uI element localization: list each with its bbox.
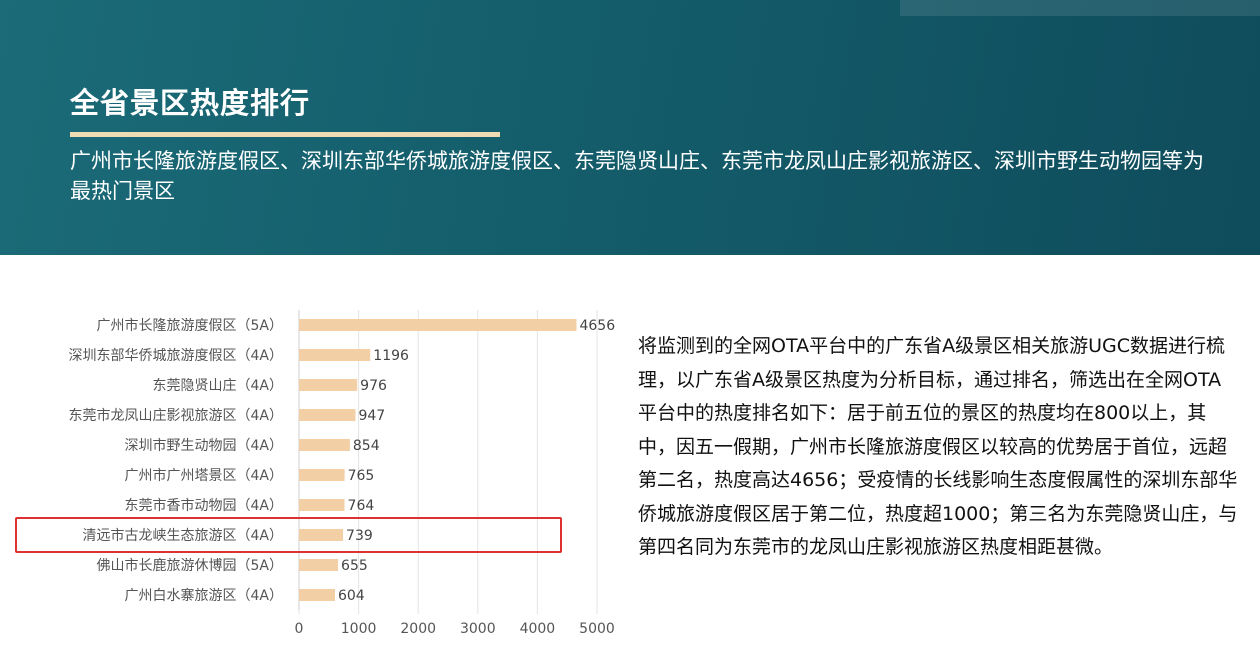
category-label: 广州白水寨旅游区（4A） [125, 587, 283, 604]
bar [299, 379, 358, 391]
x-tick-label: 1000 [341, 621, 377, 637]
bar [299, 409, 356, 421]
bar [299, 469, 345, 481]
x-tick-label: 2000 [400, 621, 436, 637]
value-label: 764 [348, 498, 375, 514]
value-label: 854 [353, 438, 380, 454]
value-label: 976 [360, 378, 387, 394]
value-label: 947 [358, 408, 385, 424]
header-banner: 全省景区热度排行 广州市长隆旅游度假区、深圳东部华侨城旅游度假区、东莞隐贤山庄、… [0, 0, 1260, 255]
banner-corner-accent [900, 0, 1260, 16]
value-label: 604 [338, 588, 365, 604]
x-tick-label: 0 [295, 621, 304, 637]
bar [299, 319, 577, 331]
title-underline [70, 132, 500, 137]
page-title: 全省景区热度排行 [70, 86, 311, 120]
page-subtitle: 广州市长隆旅游度假区、深圳东部华侨城旅游度假区、东莞隐贤山庄、东莞市龙凤山庄影视… [70, 149, 1204, 203]
bar [299, 439, 350, 451]
bar [299, 589, 335, 601]
category-label: 深圳市野生动物园（4A） [125, 437, 283, 454]
description-text: 将监测到的全网OTA平台中的广东省A级景区相关旅游UGC数据进行梳理，以广东省A… [638, 335, 1238, 558]
category-label: 深圳东部华侨城旅游度假区（4A） [69, 348, 283, 364]
value-label: 4656 [579, 318, 615, 334]
highlight-box [15, 517, 562, 553]
category-label: 东莞隐贤山庄（4A） [153, 377, 283, 394]
value-label: 655 [341, 558, 368, 574]
ranking-bar-chart: 0 1000 2000 3000 4000 5000 广州市长隆旅游度假区（5A） 4656 深… [69, 310, 615, 637]
category-label: 东莞市香市动物园（4A） [125, 497, 283, 514]
category-label: 广州市长隆旅游度假区（5A） [97, 317, 283, 334]
x-tick-label: 5000 [579, 621, 615, 637]
value-label: 1196 [373, 348, 409, 364]
x-tick-label: 3000 [460, 621, 496, 637]
bar [299, 349, 371, 361]
bar [299, 559, 339, 571]
x-tick-label: 4000 [520, 621, 556, 637]
category-label: 东莞市龙凤山庄影视旅游区（4A） [69, 407, 283, 424]
category-label: 广州市广州塔景区（4A） [125, 467, 283, 484]
category-label: 佛山市长鹿旅游休博园（5A） [97, 557, 283, 574]
value-label: 765 [348, 468, 375, 484]
bar [299, 499, 345, 511]
